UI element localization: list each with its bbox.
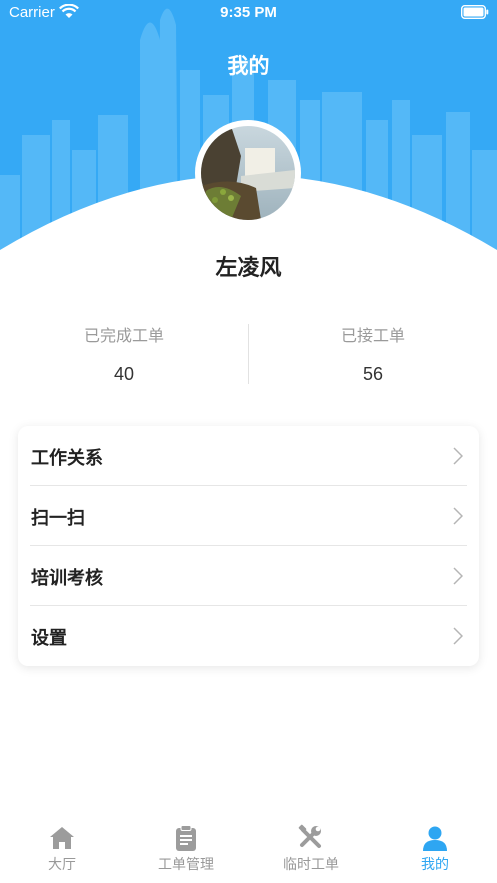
tab-work-orders[interactable]: 工单管理 (124, 824, 248, 874)
menu-item-training[interactable]: 培训考核 (30, 546, 467, 606)
tab-label: 工单管理 (158, 857, 214, 873)
menu-item-settings[interactable]: 设置 (30, 606, 467, 666)
stats-row: 已完成工单 40 已接工单 56 (0, 322, 497, 386)
menu-item-label: 培训考核 (31, 568, 103, 589)
stat-completed-value: 40 (113, 364, 135, 384)
chevron-right-icon (453, 627, 463, 645)
chevron-right-icon (453, 507, 463, 525)
tools-icon (298, 824, 321, 848)
status-bar: Carrier 9:35 PM (0, 0, 497, 26)
page-title: 我的 (227, 54, 270, 78)
menu-item-label: 工作关系 (31, 448, 103, 469)
status-time: 9:35 PM (220, 4, 277, 21)
home-icon (50, 827, 74, 849)
menu-item-label: 扫一扫 (31, 508, 85, 529)
tab-label: 我的 (421, 857, 449, 873)
stat-accepted-value: 56 (362, 364, 384, 384)
person-icon (423, 826, 447, 851)
tab-temp-orders[interactable]: 临时工单 (249, 824, 373, 874)
tab-bar: 大厅 工单管理 临时工单 我的 (0, 818, 497, 883)
tab-hall[interactable]: 大厅 (0, 824, 124, 874)
clipboard-icon (176, 825, 196, 851)
stat-accepted[interactable]: 已接工单 56 (249, 322, 497, 385)
user-name: 左凌风 (215, 256, 282, 281)
stat-completed[interactable]: 已完成工单 40 (0, 322, 248, 385)
chevron-right-icon (453, 447, 463, 465)
stat-accepted-label: 已接工单 (340, 326, 405, 345)
avatar-image (201, 126, 295, 220)
menu-item-scan[interactable]: 扫一扫 (30, 486, 467, 546)
tab-label: 临时工单 (283, 857, 339, 873)
menu-card: 工作关系 扫一扫 培训考核 设置 (18, 426, 479, 666)
stat-completed-label: 已完成工单 (83, 326, 164, 345)
tab-label: 大厅 (48, 857, 76, 873)
chevron-right-icon (453, 567, 463, 585)
menu-item-label: 设置 (31, 628, 67, 649)
avatar[interactable] (195, 120, 301, 226)
tab-mine[interactable]: 我的 (373, 824, 497, 874)
menu-item-work-relations[interactable]: 工作关系 (30, 426, 467, 486)
battery-icon (461, 5, 489, 19)
